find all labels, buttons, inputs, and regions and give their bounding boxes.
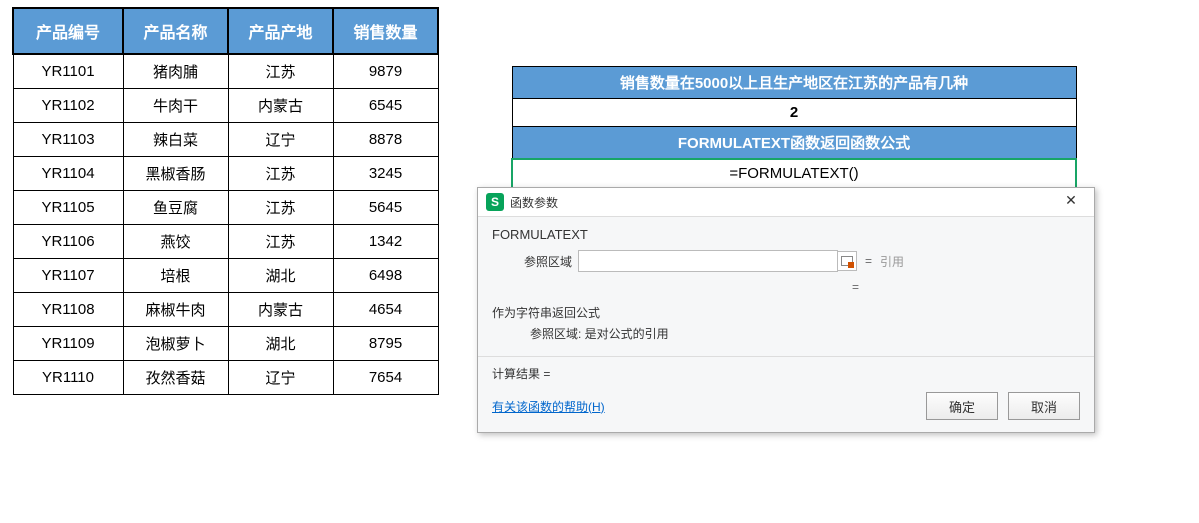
table-cell[interactable]: 黑椒香肠 [123,157,228,191]
param-hint: 引用 [880,253,904,270]
col-header-id: 产品编号 [13,8,123,54]
function-args-dialog: S 函数参数 ✕ FORMULATEXT 参照区域 = 引用 = 作为字符串返回… [477,187,1095,433]
table-cell[interactable]: 鱼豆腐 [123,191,228,225]
table-cell[interactable]: 湖北 [228,259,333,293]
summary-value2[interactable]: =FORMULATEXT() [512,159,1076,188]
param-label: 参照区域 [524,253,578,270]
table-cell[interactable]: YR1109 [13,327,123,361]
table-cell[interactable]: 泡椒萝卜 [123,327,228,361]
table-row[interactable]: YR1103辣白菜辽宁8878 [13,123,438,157]
table-row[interactable]: YR1107培根湖北6498 [13,259,438,293]
table-cell[interactable]: 湖北 [228,327,333,361]
table-row[interactable]: YR1105鱼豆腐江苏5645 [13,191,438,225]
table-cell[interactable]: YR1107 [13,259,123,293]
param-input-reference[interactable] [578,250,838,272]
table-cell[interactable]: 江苏 [228,157,333,191]
table-row[interactable]: YR1108麻椒牛肉内蒙古4654 [13,293,438,327]
ok-button[interactable]: 确定 [926,392,998,420]
table-row[interactable]: YR1106燕饺江苏1342 [13,225,438,259]
table-cell[interactable]: 8878 [333,123,438,157]
table-cell[interactable]: YR1102 [13,89,123,123]
col-header-sales: 销售数量 [333,8,438,54]
dialog-titlebar[interactable]: S 函数参数 ✕ [478,188,1094,217]
param-description: 参照区域: 是对公式的引用 [530,325,1080,342]
table-cell[interactable]: YR1101 [13,54,123,89]
table-cell[interactable]: 麻椒牛肉 [123,293,228,327]
table-cell[interactable]: 猪肉脯 [123,54,228,89]
calc-result-label: 计算结果 = [492,365,1080,382]
table-cell[interactable]: 9879 [333,54,438,89]
table-cell[interactable]: 7654 [333,361,438,395]
summary-title1: 销售数量在5000以上且生产地区在江苏的产品有几种 [512,67,1076,99]
summary-title2: FORMULATEXT函数返回函数公式 [512,127,1076,160]
divider [478,356,1094,357]
table-row[interactable]: YR1109泡椒萝卜湖北8795 [13,327,438,361]
table-cell[interactable]: 5645 [333,191,438,225]
table-cell[interactable]: 江苏 [228,225,333,259]
col-header-origin: 产品产地 [228,8,333,54]
table-cell[interactable]: 4654 [333,293,438,327]
function-name: FORMULATEXT [492,227,1080,242]
product-table: 产品编号 产品名称 产品产地 销售数量 YR1101猪肉脯江苏9879YR110… [12,7,439,395]
function-description: 作为字符串返回公式 [492,304,1080,321]
table-cell[interactable]: YR1104 [13,157,123,191]
table-cell[interactable]: 内蒙古 [228,293,333,327]
table-cell[interactable]: 辽宁 [228,123,333,157]
table-cell[interactable]: 江苏 [228,191,333,225]
table-row[interactable]: YR1101猪肉脯江苏9879 [13,54,438,89]
table-row[interactable]: YR1102牛肉干内蒙古6545 [13,89,438,123]
table-cell[interactable]: 6498 [333,259,438,293]
app-logo-icon: S [486,193,504,211]
table-cell[interactable]: YR1110 [13,361,123,395]
table-cell[interactable]: YR1108 [13,293,123,327]
summary-value1: 2 [512,99,1076,127]
table-cell[interactable]: 江苏 [228,54,333,89]
dialog-title: 函数参数 [510,194,1056,211]
table-header-row: 产品编号 产品名称 产品产地 销售数量 [13,8,438,54]
table-row[interactable]: YR1110孜然香菇辽宁7654 [13,361,438,395]
help-link[interactable]: 有关该函数的帮助(H) [492,398,605,415]
cancel-button[interactable]: 取消 [1008,392,1080,420]
close-icon[interactable]: ✕ [1056,192,1086,212]
equals-sign: = [865,254,872,268]
table-cell[interactable]: 3245 [333,157,438,191]
table-cell[interactable]: YR1103 [13,123,123,157]
table-cell[interactable]: 燕饺 [123,225,228,259]
table-cell[interactable]: 1342 [333,225,438,259]
table-cell[interactable]: 培根 [123,259,228,293]
summary-table: 销售数量在5000以上且生产地区在江苏的产品有几种 2 FORMULATEXT函… [511,66,1077,189]
range-selector-icon[interactable] [837,251,857,271]
col-header-name: 产品名称 [123,8,228,54]
table-row[interactable]: YR1104黑椒香肠江苏3245 [13,157,438,191]
table-cell[interactable]: 辣白菜 [123,123,228,157]
table-cell[interactable]: 孜然香菇 [123,361,228,395]
result-equals: = [852,280,1080,294]
table-cell[interactable]: 辽宁 [228,361,333,395]
table-cell[interactable]: 8795 [333,327,438,361]
table-cell[interactable]: 牛肉干 [123,89,228,123]
table-cell[interactable]: YR1105 [13,191,123,225]
table-cell[interactable]: 内蒙古 [228,89,333,123]
table-cell[interactable]: YR1106 [13,225,123,259]
table-cell[interactable]: 6545 [333,89,438,123]
